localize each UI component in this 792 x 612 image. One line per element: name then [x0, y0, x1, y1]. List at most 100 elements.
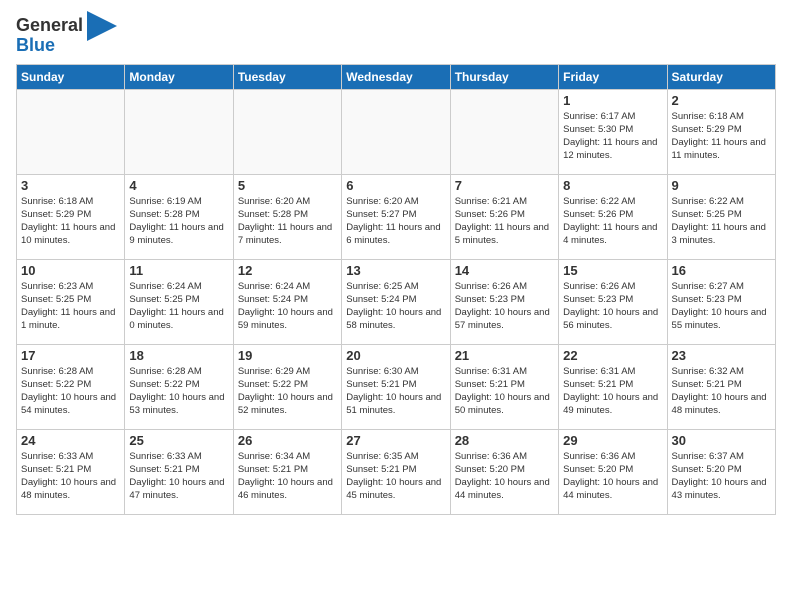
calendar-cell: [233, 89, 341, 174]
day-number: 22: [563, 348, 662, 363]
calendar-cell: 1Sunrise: 6:17 AM Sunset: 5:30 PM Daylig…: [559, 89, 667, 174]
day-number: 2: [672, 93, 771, 108]
calendar-cell: [342, 89, 450, 174]
day-number: 17: [21, 348, 120, 363]
day-info: Sunrise: 6:21 AM Sunset: 5:26 PM Dayligh…: [455, 195, 554, 248]
calendar-cell: 20 Sunrise: 6:30 AM Sunset: 5:21 PM Dayli…: [342, 344, 450, 429]
week-row-1: 1Sunrise: 6:17 AM Sunset: 5:30 PM Daylig…: [17, 89, 776, 174]
day-number: 23: [672, 348, 771, 363]
calendar-cell: 29 Sunrise: 6:36 AM Sunset: 5:20 PM Dayli…: [559, 429, 667, 514]
day-number: 24: [21, 433, 120, 448]
calendar-cell: 22Sunrise: 6:31 AM Sunset: 5:21 PM Dayli…: [559, 344, 667, 429]
day-number: 29: [563, 433, 662, 448]
calendar-cell: 10Sunrise: 6:23 AM Sunset: 5:25 PM Dayli…: [17, 259, 125, 344]
week-row-4: 17 Sunrise: 6:28 AM Sunset: 5:22 PM Dayli…: [17, 344, 776, 429]
day-info: Sunrise: 6:22 AM Sunset: 5:25 PM Dayligh…: [672, 195, 771, 248]
calendar-cell: 7 Sunrise: 6:21 AM Sunset: 5:26 PM Daylig…: [450, 174, 558, 259]
day-number: 20: [346, 348, 445, 363]
weekday-header-saturday: Saturday: [667, 64, 775, 89]
day-number: 5: [238, 178, 337, 193]
day-info: Sunrise: 6:24 AM Sunset: 5:25 PM Dayligh…: [129, 280, 228, 333]
weekday-header-friday: Friday: [559, 64, 667, 89]
calendar-table: SundayMondayTuesdayWednesdayThursdayFrid…: [16, 64, 776, 515]
week-row-2: 3 Sunrise: 6:18 AM Sunset: 5:29 PM Daylig…: [17, 174, 776, 259]
calendar-cell: 24 Sunrise: 6:33 AM Sunset: 5:21 PM Dayli…: [17, 429, 125, 514]
day-info: Sunrise: 6:35 AM Sunset: 5:21 PM Dayligh…: [346, 450, 445, 503]
calendar-cell: 21 Sunrise: 6:31 AM Sunset: 5:21 PM Dayli…: [450, 344, 558, 429]
day-info: Sunrise: 6:32 AM Sunset: 5:21 PM Dayligh…: [672, 365, 771, 418]
day-number: 19: [238, 348, 337, 363]
day-number: 15: [563, 263, 662, 278]
day-info: Sunrise: 6:18 AM Sunset: 5:29 PM Dayligh…: [21, 195, 120, 248]
calendar-cell: 12 Sunrise: 6:24 AM Sunset: 5:24 PM Dayli…: [233, 259, 341, 344]
day-info: Sunrise: 6:28 AM Sunset: 5:22 PM Dayligh…: [21, 365, 120, 418]
calendar-cell: 25 Sunrise: 6:33 AM Sunset: 5:21 PM Dayli…: [125, 429, 233, 514]
calendar-cell: 8 Sunrise: 6:22 AM Sunset: 5:26 PM Daylig…: [559, 174, 667, 259]
calendar-cell: [450, 89, 558, 174]
day-info: Sunrise: 6:20 AM Sunset: 5:28 PM Dayligh…: [238, 195, 337, 248]
day-info: Sunrise: 6:29 AM Sunset: 5:22 PM Dayligh…: [238, 365, 337, 418]
calendar-cell: 13 Sunrise: 6:25 AM Sunset: 5:24 PM Dayli…: [342, 259, 450, 344]
day-info: Sunrise: 6:36 AM Sunset: 5:20 PM Dayligh…: [563, 450, 662, 503]
day-info: Sunrise: 6:22 AM Sunset: 5:26 PM Dayligh…: [563, 195, 662, 248]
day-info: Sunrise: 6:23 AM Sunset: 5:25 PM Dayligh…: [21, 280, 120, 333]
day-info: Sunrise: 6:20 AM Sunset: 5:27 PM Dayligh…: [346, 195, 445, 248]
day-number: 7: [455, 178, 554, 193]
calendar-cell: 4 Sunrise: 6:19 AM Sunset: 5:28 PM Daylig…: [125, 174, 233, 259]
day-info: Sunrise: 6:25 AM Sunset: 5:24 PM Dayligh…: [346, 280, 445, 333]
day-info: Sunrise: 6:33 AM Sunset: 5:21 PM Dayligh…: [21, 450, 120, 503]
day-number: 6: [346, 178, 445, 193]
calendar-cell: 30 Sunrise: 6:37 AM Sunset: 5:20 PM Dayli…: [667, 429, 775, 514]
calendar-cell: 6 Sunrise: 6:20 AM Sunset: 5:27 PM Daylig…: [342, 174, 450, 259]
day-number: 21: [455, 348, 554, 363]
day-number: 16: [672, 263, 771, 278]
day-number: 18: [129, 348, 228, 363]
day-info: Sunrise: 6:30 AM Sunset: 5:21 PM Dayligh…: [346, 365, 445, 418]
calendar-cell: 2Sunrise: 6:18 AM Sunset: 5:29 PM Daylig…: [667, 89, 775, 174]
calendar-cell: 14Sunrise: 6:26 AM Sunset: 5:23 PM Dayli…: [450, 259, 558, 344]
week-row-5: 24 Sunrise: 6:33 AM Sunset: 5:21 PM Dayli…: [17, 429, 776, 514]
logo-icon: [87, 11, 117, 51]
calendar-cell: 17 Sunrise: 6:28 AM Sunset: 5:22 PM Dayli…: [17, 344, 125, 429]
calendar-cell: 27 Sunrise: 6:35 AM Sunset: 5:21 PM Dayli…: [342, 429, 450, 514]
day-info: Sunrise: 6:36 AM Sunset: 5:20 PM Dayligh…: [455, 450, 554, 503]
day-number: 26: [238, 433, 337, 448]
day-number: 3: [21, 178, 120, 193]
day-info: Sunrise: 6:19 AM Sunset: 5:28 PM Dayligh…: [129, 195, 228, 248]
day-number: 4: [129, 178, 228, 193]
day-info: Sunrise: 6:24 AM Sunset: 5:24 PM Dayligh…: [238, 280, 337, 333]
calendar-cell: 16Sunrise: 6:27 AM Sunset: 5:23 PM Dayli…: [667, 259, 775, 344]
weekday-header-wednesday: Wednesday: [342, 64, 450, 89]
day-info: Sunrise: 6:37 AM Sunset: 5:20 PM Dayligh…: [672, 450, 771, 503]
calendar-cell: 3 Sunrise: 6:18 AM Sunset: 5:29 PM Daylig…: [17, 174, 125, 259]
day-number: 30: [672, 433, 771, 448]
calendar-cell: 18 Sunrise: 6:28 AM Sunset: 5:22 PM Dayli…: [125, 344, 233, 429]
calendar-cell: [125, 89, 233, 174]
calendar-cell: [17, 89, 125, 174]
weekday-header-row: SundayMondayTuesdayWednesdayThursdayFrid…: [17, 64, 776, 89]
page-header: GeneralBlue: [16, 16, 776, 56]
day-number: 27: [346, 433, 445, 448]
day-info: Sunrise: 6:26 AM Sunset: 5:23 PM Dayligh…: [455, 280, 554, 333]
day-info: Sunrise: 6:33 AM Sunset: 5:21 PM Dayligh…: [129, 450, 228, 503]
day-info: Sunrise: 6:28 AM Sunset: 5:22 PM Dayligh…: [129, 365, 228, 418]
day-number: 25: [129, 433, 228, 448]
calendar-cell: 19 Sunrise: 6:29 AM Sunset: 5:22 PM Dayli…: [233, 344, 341, 429]
day-info: Sunrise: 6:31 AM Sunset: 5:21 PM Dayligh…: [455, 365, 554, 418]
day-number: 13: [346, 263, 445, 278]
day-info: Sunrise: 6:17 AM Sunset: 5:30 PM Dayligh…: [563, 110, 662, 163]
day-number: 28: [455, 433, 554, 448]
day-number: 11: [129, 263, 228, 278]
calendar-cell: 15 Sunrise: 6:26 AM Sunset: 5:23 PM Dayli…: [559, 259, 667, 344]
calendar-cell: 26Sunrise: 6:34 AM Sunset: 5:21 PM Dayli…: [233, 429, 341, 514]
calendar-cell: 23 Sunrise: 6:32 AM Sunset: 5:21 PM Dayli…: [667, 344, 775, 429]
weekday-header-monday: Monday: [125, 64, 233, 89]
calendar-cell: 9Sunrise: 6:22 AM Sunset: 5:25 PM Daylig…: [667, 174, 775, 259]
day-info: Sunrise: 6:26 AM Sunset: 5:23 PM Dayligh…: [563, 280, 662, 333]
weekday-header-thursday: Thursday: [450, 64, 558, 89]
logo-text: GeneralBlue: [16, 16, 83, 56]
day-number: 12: [238, 263, 337, 278]
weekday-header-tuesday: Tuesday: [233, 64, 341, 89]
day-number: 8: [563, 178, 662, 193]
calendar-cell: 5 Sunrise: 6:20 AM Sunset: 5:28 PM Daylig…: [233, 174, 341, 259]
